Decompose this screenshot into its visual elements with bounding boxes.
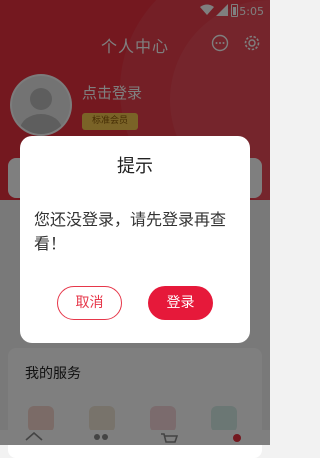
dialog-message: 您还没登录，请先登录再查看！ (34, 210, 227, 253)
login-required-dialog: 提示 您还没登录，请先登录再查看！ 取消 登录 (20, 136, 250, 343)
login-button[interactable]: 登录 (148, 286, 213, 320)
dialog-title: 提示 (117, 156, 153, 177)
cancel-button[interactable]: 取消 (57, 286, 122, 320)
